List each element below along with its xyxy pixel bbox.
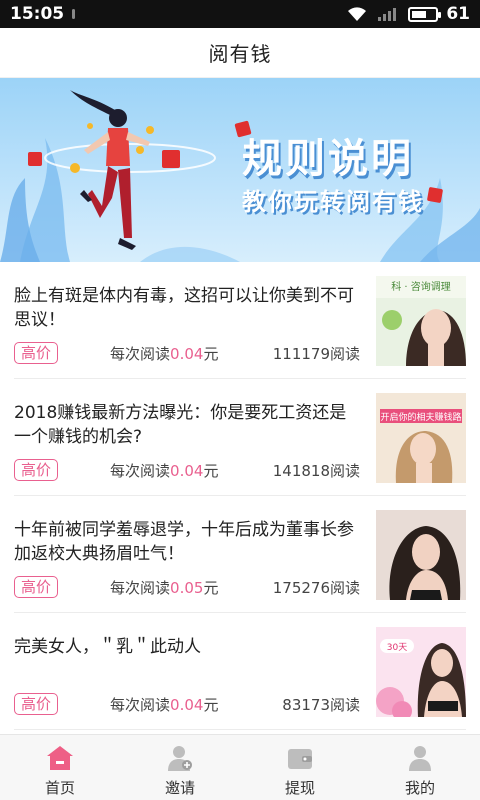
article-thumbnail: 科 · 咨询调理: [376, 276, 466, 366]
reward-prefix: 每次阅读: [110, 578, 171, 597]
profile-icon: [409, 746, 431, 771]
article-title: 完美女人，＂乳＂此动人: [14, 637, 201, 657]
article-thumbnail: 30天: [376, 627, 466, 717]
read-count: 175276阅读: [272, 578, 360, 597]
article-meta: 高价 每次阅读0.05元 175276阅读: [14, 576, 360, 598]
rules-banner[interactable]: 规则说明 教你玩转阅有钱: [0, 78, 480, 262]
reward-value: 0.04: [170, 695, 204, 714]
app-header: 阅有钱: [0, 28, 480, 78]
article-title: 2018赚钱最新方法曝光：你是要死工资还是一个赚钱的机会?: [14, 403, 347, 447]
nav-label-home: 首页: [44, 779, 75, 797]
reward-prefix: 每次阅读: [110, 695, 171, 714]
article-item[interactable]: 完美女人，＂乳＂此动人 高价 每次阅读0.04元 83173阅读 30天: [14, 613, 466, 730]
article-title: 脸上有斑是体内有毒，这招可以让你美到不可思议！: [14, 286, 354, 330]
nav-invite[interactable]: 邀请: [120, 735, 240, 800]
read-reward: 每次阅读0.04元: [110, 343, 218, 364]
reward-unit: 元: [203, 578, 219, 597]
invite-user-icon: [168, 746, 192, 771]
article-meta: 高价 每次阅读0.04元 111179阅读: [14, 342, 360, 364]
nav-home[interactable]: 首页: [0, 735, 120, 800]
price-tag: 高价: [14, 693, 59, 715]
thumbnail-caption: 30天: [387, 643, 407, 653]
read-reward: 每次阅读0.05元: [110, 577, 218, 598]
reward-unit: 元: [203, 695, 219, 714]
price-tag: 高价: [14, 459, 59, 481]
nav-label-invite: 邀请: [164, 779, 195, 797]
read-reward: 每次阅读0.04元: [110, 694, 218, 715]
reward-value: 0.05: [170, 578, 204, 597]
read-count: 141818阅读: [272, 461, 360, 480]
thumbnail-caption: 科 · 咨询调理: [391, 280, 451, 293]
banner-title: 规则说明: [242, 136, 414, 182]
article-meta: 高价 每次阅读0.04元 141818阅读: [14, 459, 360, 481]
nav-withdraw[interactable]: 提现: [240, 735, 360, 800]
nav-profile[interactable]: 我的: [360, 735, 480, 800]
reward-unit: 元: [203, 344, 219, 363]
article-thumbnail: 开启你的相夫赚钱路: [376, 393, 466, 483]
article-meta: 高价 每次阅读0.04元 83173阅读: [14, 693, 360, 715]
read-count: 111179阅读: [272, 344, 360, 363]
thumbnail-caption: 开启你的相夫赚钱路: [380, 411, 461, 423]
home-icon: [47, 746, 73, 770]
status-time: 15:05: [10, 4, 65, 24]
article-list: 脸上有斑是体内有毒，这招可以让你美到不可思议！ 高价 每次阅读0.04元 111…: [0, 262, 480, 730]
reward-value: 0.04: [170, 461, 204, 480]
article-item[interactable]: 脸上有斑是体内有毒，这招可以让你美到不可思议！ 高价 每次阅读0.04元 111…: [14, 262, 466, 379]
notification-dot-icon: [72, 9, 76, 19]
battery-level: [412, 10, 426, 18]
article-item[interactable]: 十年前被同学羞辱退学，十年后成为董事长参加返校大典扬眉吐气！ 高价 每次阅读0.…: [14, 496, 466, 613]
article-title: 十年前被同学羞辱退学，十年后成为董事长参加返校大典扬眉吐气！: [14, 520, 354, 564]
nav-label-profile: 我的: [404, 779, 435, 797]
price-tag: 高价: [14, 576, 59, 598]
reward-value: 0.04: [170, 344, 204, 363]
wallet-icon: [288, 749, 312, 769]
signal-icon: [378, 8, 397, 21]
read-reward: 每次阅读0.04元: [110, 460, 218, 481]
status-indicators: 61: [346, 4, 470, 24]
reward-prefix: 每次阅读: [110, 344, 171, 363]
price-tag: 高价: [14, 342, 59, 364]
status-bar: 15:05 61: [0, 0, 480, 28]
article-thumbnail: [376, 510, 466, 600]
banner-subtitle: 教你玩转阅有钱: [242, 188, 424, 216]
wifi-icon: [348, 7, 367, 21]
battery-icon: [408, 6, 442, 22]
page-title: 阅有钱: [208, 42, 272, 66]
reward-unit: 元: [203, 461, 219, 480]
article-item[interactable]: 2018赚钱最新方法曝光：你是要死工资还是一个赚钱的机会? 高价 每次阅读0.0…: [14, 379, 466, 496]
nav-label-withdraw: 提现: [284, 779, 315, 797]
read-count: 83173阅读: [282, 695, 360, 714]
battery-percentage: 61: [446, 4, 470, 24]
bottom-navigation: 首页 邀请 提现 我的: [0, 734, 480, 800]
reward-prefix: 每次阅读: [110, 461, 171, 480]
